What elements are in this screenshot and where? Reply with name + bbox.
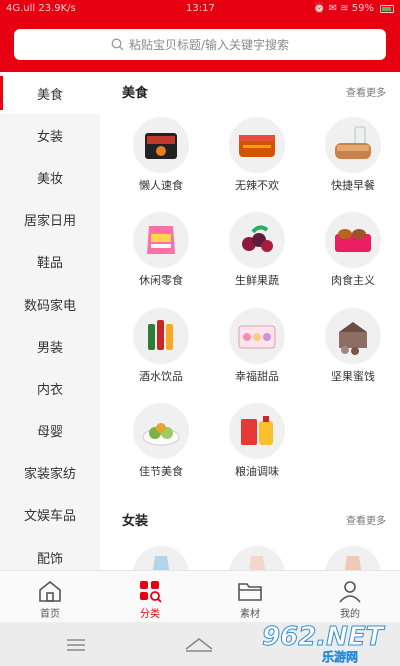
- search-placeholder: 粘贴宝贝标题/输入关键字搜索: [128, 38, 290, 52]
- drink-bottles-icon: [133, 308, 189, 364]
- category-tile-breakfast[interactable]: 快捷早餐: [305, 117, 400, 207]
- dress-icon: [229, 546, 285, 570]
- category-tile-spicy[interactable]: 无辣不欢: [209, 117, 305, 207]
- tile-label: 幸福甜品: [235, 370, 279, 383]
- tile-label: 懒人速食: [139, 179, 183, 192]
- home-nav-icon[interactable]: [184, 635, 214, 653]
- category-content: 美食 查看更多 懒人速食 无辣不欢 快捷早餐 休闲零食 生鲜果蔬 肉食主义 酒水…: [100, 72, 400, 570]
- category-tile-desserts[interactable]: 幸福甜品: [209, 308, 305, 398]
- sidebar-item-label: 美食: [36, 87, 63, 103]
- sidebar-item-label: 配饰: [36, 551, 63, 567]
- sidebar-item-label: 数码家电: [23, 298, 76, 314]
- sidebar-item-shoes[interactable]: 鞋品: [0, 241, 100, 283]
- sidebar-item-womens-clothing[interactable]: 女装: [0, 114, 100, 156]
- tab-label: 分类: [140, 609, 160, 620]
- category-tile-drinks[interactable]: 酒水饮品: [113, 308, 209, 398]
- status-indicators: ⏰ ✉ ≋ 59%: [313, 3, 394, 14]
- sidebar-item-beauty[interactable]: 美妆: [0, 156, 100, 198]
- spicy-jerky-icon: [229, 117, 285, 173]
- section-header-womens-clothing: 女装 查看更多: [100, 510, 400, 530]
- sidebar-item-label: 居家日用: [23, 214, 76, 230]
- sidebar-item-label: 内衣: [36, 382, 63, 398]
- section-header-food: 美食 查看更多: [100, 82, 400, 102]
- tab-materials[interactable]: 素材: [200, 571, 300, 623]
- tile-label: 无辣不欢: [235, 179, 279, 192]
- home-icon: [39, 580, 61, 602]
- view-more-link[interactable]: 查看更多: [346, 84, 386, 99]
- tile-label: 酒水饮品: [139, 370, 183, 383]
- sidebar-item-entertainment-auto[interactable]: 文娱车品: [0, 494, 100, 536]
- bread-milk-icon: [325, 117, 381, 173]
- menu-icon[interactable]: [66, 638, 86, 652]
- sidebar-item-label: 女装: [36, 129, 63, 145]
- sidebar-item-home-textiles[interactable]: 家装家纺: [0, 452, 100, 494]
- category-tile-womens-1[interactable]: [113, 546, 209, 570]
- fresh-fruit-icon: [229, 212, 285, 268]
- search-input[interactable]: 粘贴宝贝标题/输入关键字搜索: [14, 29, 386, 60]
- tab-label: 我的: [340, 609, 360, 620]
- sidebar-item-home-goods[interactable]: 居家日用: [0, 199, 100, 241]
- category-tile-festival-food[interactable]: 佳节美食: [113, 403, 209, 493]
- battery-icon: [380, 4, 394, 13]
- nuts-box-icon: [325, 308, 381, 364]
- category-tile-womens-3[interactable]: [305, 546, 400, 570]
- sidebar-item-mens-clothing[interactable]: 男装: [0, 325, 100, 367]
- festival-food-icon: [133, 403, 189, 459]
- tile-label: 生鲜果蔬: [235, 274, 279, 287]
- status-network: 4G.ull 23.9K/s: [6, 3, 76, 14]
- meat-box-icon: [325, 212, 381, 268]
- sidebar-item-label: 母婴: [36, 425, 63, 441]
- sidebar-item-label: 家装家纺: [23, 467, 76, 483]
- sidebar-item-label: 美妆: [36, 171, 63, 187]
- category-icon: [140, 581, 162, 603]
- tile-label: 佳节美食: [139, 465, 183, 478]
- sidebar-item-electronics[interactable]: 数码家电: [0, 283, 100, 325]
- bottom-tab-bar: 首页 分类 素材 我的: [0, 570, 400, 622]
- dress-icon: [325, 546, 381, 570]
- category-tile-grain-oil[interactable]: 粮油调味: [209, 403, 305, 493]
- category-tile-womens-2[interactable]: [209, 546, 305, 570]
- tab-label: 素材: [240, 609, 260, 620]
- section-title: 美食: [122, 86, 149, 101]
- view-more-link[interactable]: 查看更多: [346, 512, 386, 527]
- search-icon: [111, 38, 124, 51]
- instant-noodles-icon: [133, 117, 189, 173]
- sidebar-item-label: 文娱车品: [23, 509, 76, 525]
- sidebar-item-label: 鞋品: [36, 256, 63, 272]
- tab-label: 首页: [40, 609, 60, 620]
- rice-oil-icon: [229, 403, 285, 459]
- tab-mine[interactable]: 我的: [300, 571, 400, 623]
- status-right-text: ⏰ ✉ ≋ 59%: [313, 3, 374, 14]
- sidebar-item-label: 男装: [36, 340, 63, 356]
- category-tile-nuts[interactable]: 坚果蜜饯: [305, 308, 400, 398]
- tile-label: 粮油调味: [235, 465, 279, 478]
- tile-label: 快捷早餐: [331, 179, 375, 192]
- status-bar: 4G.ull 23.9K/s 13:17 ⏰ ✉ ≋ 59%: [0, 0, 400, 20]
- tile-label: 坚果蜜饯: [331, 370, 375, 383]
- category-sidebar: 美食 女装 美妆 居家日用 鞋品 数码家电 男装 内衣 母婴 家装家纺 文娱车品…: [0, 72, 100, 570]
- tile-label: 休闲零食: [139, 274, 183, 287]
- section-title: 女装: [122, 514, 149, 529]
- user-icon: [339, 581, 361, 603]
- sidebar-item-baby[interactable]: 母婴: [0, 410, 100, 452]
- dress-icon: [133, 546, 189, 570]
- tile-label: 肉食主义: [331, 274, 375, 287]
- folder-icon: [238, 583, 262, 601]
- status-time: 13:17: [186, 3, 215, 14]
- watermark-subtext: 乐游网: [322, 650, 359, 665]
- category-tile-snacks[interactable]: 休闲零食: [113, 212, 209, 302]
- sidebar-item-underwear[interactable]: 内衣: [0, 367, 100, 409]
- category-tile-instant-food[interactable]: 懒人速食: [113, 117, 209, 207]
- category-tile-meat[interactable]: 肉食主义: [305, 212, 400, 302]
- category-tile-fresh-produce[interactable]: 生鲜果蔬: [209, 212, 305, 302]
- site-watermark: 962.NET 乐游网: [261, 622, 396, 666]
- dessert-box-icon: [229, 308, 285, 364]
- header-bar: 4G.ull 23.9K/s 13:17 ⏰ ✉ ≋ 59% 粘贴宝贝标题/输入…: [0, 0, 400, 72]
- sidebar-item-food[interactable]: 美食: [0, 72, 100, 115]
- tab-home[interactable]: 首页: [0, 571, 100, 623]
- snack-bag-icon: [133, 212, 189, 268]
- tab-category[interactable]: 分类: [100, 571, 200, 623]
